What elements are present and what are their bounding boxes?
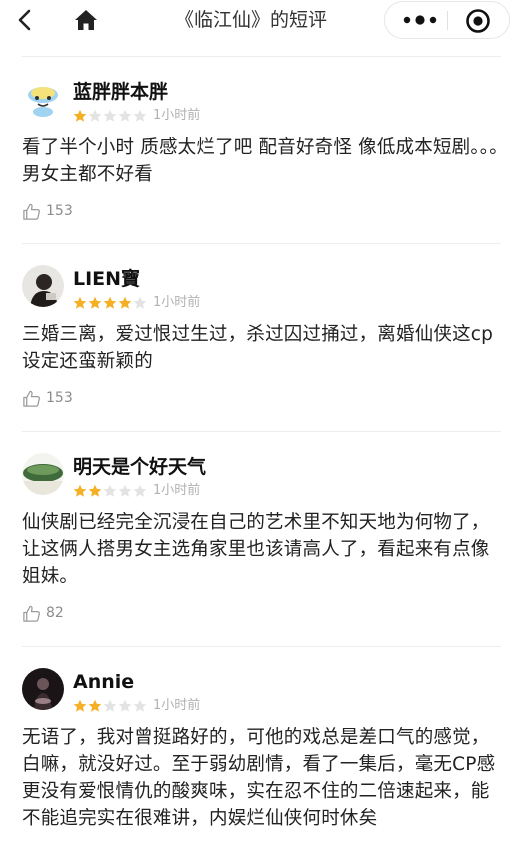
divider xyxy=(22,243,501,244)
star-filled-icon xyxy=(118,296,132,309)
star-rating xyxy=(73,484,147,498)
review-time: 1小时前 xyxy=(153,483,201,498)
star-empty-icon xyxy=(103,699,117,712)
star-empty-icon xyxy=(118,109,132,122)
star-rating xyxy=(73,109,147,123)
star-filled-icon xyxy=(88,699,102,712)
username[interactable]: 明天是个好天气 xyxy=(73,455,206,479)
like-count: 153 xyxy=(46,390,73,406)
page-title: 《临江仙》的短评 xyxy=(175,9,328,31)
star-empty-icon xyxy=(133,484,147,497)
dark-photo-avatar-image xyxy=(22,668,64,710)
avatar[interactable] xyxy=(22,265,64,307)
username[interactable]: LIEN寶 xyxy=(73,267,140,291)
star-empty-icon xyxy=(133,109,147,122)
star-filled-icon xyxy=(88,296,102,309)
like-button[interactable]: 153 xyxy=(22,388,73,408)
cartoon-avatar-image xyxy=(22,78,64,120)
star-empty-icon xyxy=(103,484,117,497)
more-dots-icon[interactable] xyxy=(399,9,441,31)
star-filled-icon xyxy=(73,109,87,122)
like-count: 153 xyxy=(46,203,73,219)
mini-program-capsule xyxy=(384,1,510,39)
star-filled-icon xyxy=(103,296,117,309)
star-filled-icon xyxy=(73,699,87,712)
review-content: 无语了，我对曾挺路好的，可他的戏总是差口气的感觉，白嘛，就没好过。至于弱幼剧情，… xyxy=(22,727,496,829)
like-button[interactable]: 153 xyxy=(22,201,73,221)
star-filled-icon xyxy=(73,296,87,309)
thumbs-up-icon xyxy=(23,203,40,220)
review-time: 1小时前 xyxy=(153,295,201,310)
username[interactable]: Annie xyxy=(73,670,134,694)
star-filled-icon xyxy=(73,484,87,497)
divider xyxy=(22,56,501,57)
photo-avatar-image xyxy=(22,265,64,307)
thumbs-up-icon xyxy=(23,390,40,407)
home-icon[interactable] xyxy=(73,8,99,32)
thumbs-up-icon xyxy=(23,605,40,622)
capsule-divider xyxy=(447,11,448,30)
star-empty-icon xyxy=(103,109,117,122)
star-rating xyxy=(73,296,147,310)
top-nav-bar: 《临江仙》的短评 xyxy=(0,0,519,42)
star-empty-icon xyxy=(133,699,147,712)
divider xyxy=(22,646,501,647)
username[interactable]: 蓝胖胖本胖 xyxy=(73,80,168,104)
divider xyxy=(22,431,501,432)
star-empty-icon xyxy=(118,699,132,712)
review-time: 1小时前 xyxy=(153,108,201,123)
review-content: 三婚三离，爱过恨过生过，杀过囚过捅过，离婚仙侠这cp设定还蛮新颖的 xyxy=(22,324,494,372)
review-content: 仙侠剧已经完全沉浸在自己的艺术里不知天地为何物了，让这俩人搭男女主选角家里也该请… xyxy=(22,512,490,587)
star-empty-icon xyxy=(88,109,102,122)
star-filled-icon xyxy=(88,484,102,497)
star-rating xyxy=(73,699,147,713)
star-empty-icon xyxy=(118,484,132,497)
like-button[interactable]: 82 xyxy=(22,603,64,623)
star-empty-icon xyxy=(133,296,147,309)
avatar[interactable] xyxy=(22,668,64,710)
avatar[interactable] xyxy=(22,453,64,495)
landscape-avatar-image xyxy=(22,453,64,495)
review-time: 1小时前 xyxy=(153,698,201,713)
avatar[interactable] xyxy=(22,78,64,120)
like-count: 82 xyxy=(46,605,64,621)
review-content: 看了半个小时 质感太烂了吧 配音好奇怪 像低成本短剧。。。男女主都不好看 xyxy=(22,137,508,185)
target-close-icon[interactable] xyxy=(465,8,491,34)
chevron-left-icon[interactable] xyxy=(14,8,36,32)
